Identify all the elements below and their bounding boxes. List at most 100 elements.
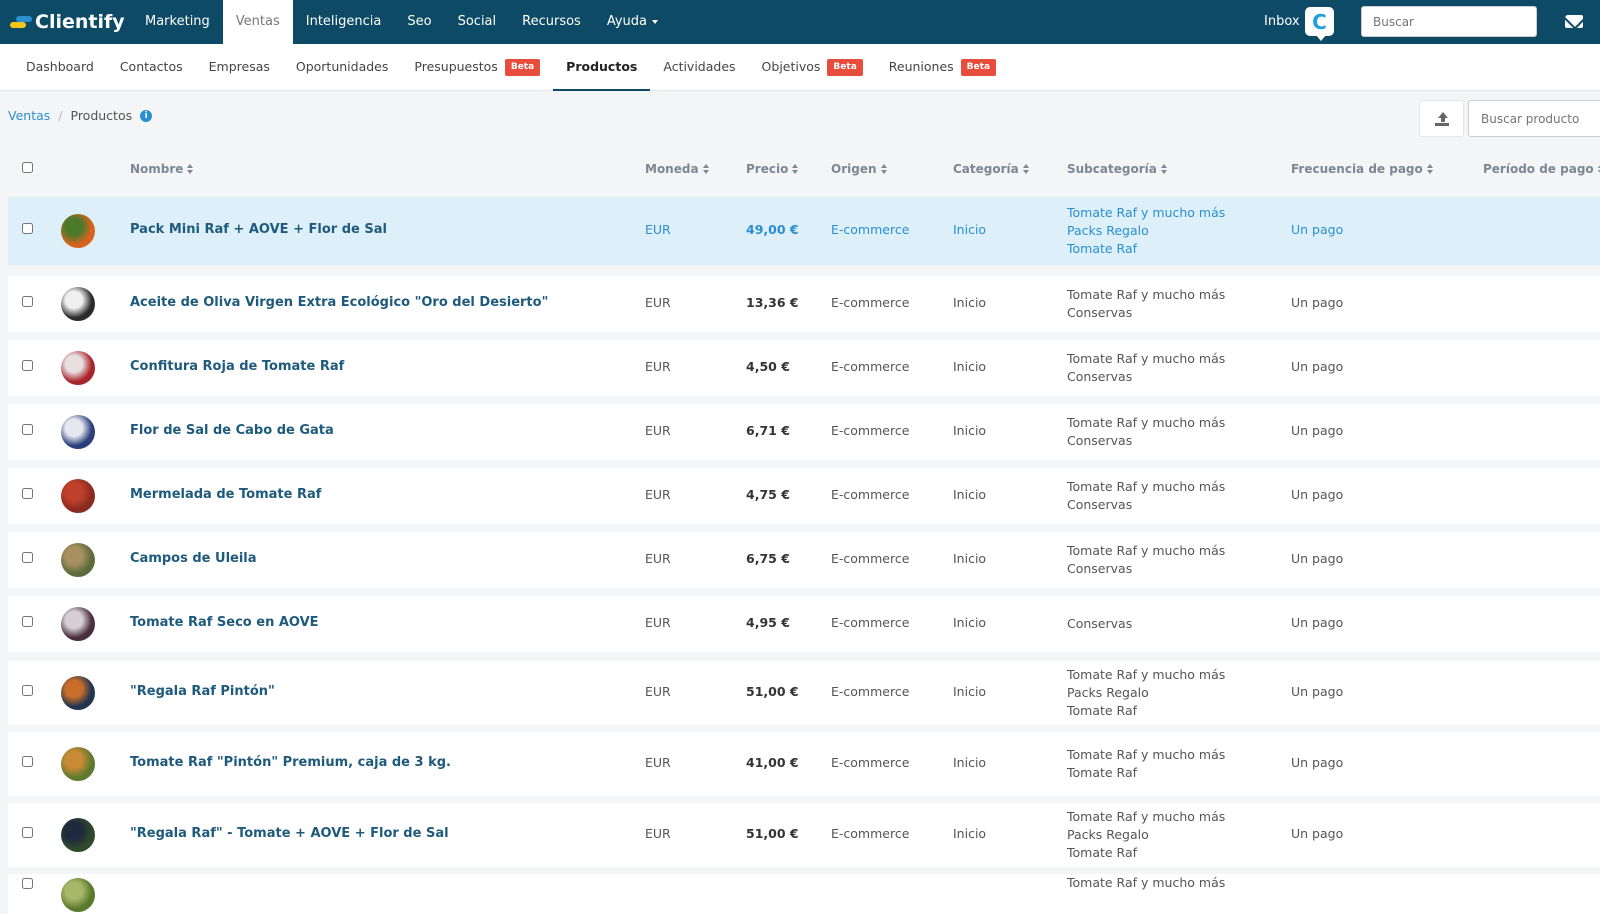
column-header-2[interactable]: Precio [746,162,799,176]
subnav-tab-presupuestos[interactable]: Presupuestos Beta [401,44,553,91]
product-thumbnail [61,543,95,577]
sort-icon [702,164,710,175]
subnav-tab-label: Empresas [208,59,270,74]
envelope-icon[interactable] [1565,15,1583,28]
info-icon[interactable]: i [140,109,153,122]
origin-cell: E-commerce [831,423,910,438]
product-name[interactable]: Tomate Raf Seco en AOVE [130,615,319,630]
inbox-c-icon[interactable]: C [1305,7,1334,41]
origin-cell: E-commerce [831,615,910,630]
subcategory-item: Tomate Raf y mucho más [1067,747,1226,762]
row-checkbox[interactable] [22,827,33,838]
column-header-6[interactable]: Frecuencia de pago [1291,162,1434,176]
column-header-3[interactable]: Origen [831,162,888,176]
row-checkbox[interactable] [22,488,33,499]
subcategory-item: Tomate Raf [1067,703,1138,718]
product-name[interactable]: Tomate Raf "Pintón" Premium, caja de 3 k… [130,755,451,770]
subnav-tab-oportunidades[interactable]: Oportunidades [283,44,402,91]
topnav-item-ventas[interactable]: Ventas [222,0,293,44]
subnav-tab-empresas[interactable]: Empresas [196,44,283,91]
table-row[interactable]: Aceite de Oliva Virgen Extra Ecológico "… [8,276,1600,332]
column-header-0[interactable]: Nombre [130,162,194,176]
table-row[interactable]: Campos de Uleila EUR 6,75 € E-commerce Inici… [8,532,1600,588]
product-name[interactable]: "Regala Raf" - Tomate + AOVE + Flor de S… [130,826,449,841]
price-cell: 49,00 € [746,222,799,237]
clientify-logo[interactable]: Clientify [0,0,132,44]
category-cell: Inicio [953,551,987,566]
price-cell: 51,00 € [746,826,799,841]
top-navigation-bar: Clientify Marketing Ventas Inteligencia Seo… [0,0,1600,44]
product-name[interactable]: Confitura Roja de Tomate Raf [130,359,344,374]
table-row[interactable]: Mermelada de Tomate Raf EUR 4,75 € E-commer… [8,468,1600,524]
topnav-item-inteligencia[interactable]: Inteligencia [293,0,395,44]
topnav-item-marketing[interactable]: Marketing [132,0,223,44]
subnav-tab-actividades[interactable]: Actividades [650,44,748,91]
subnav-tab-label: Dashboard [26,59,94,74]
table-row[interactable]: Pack Mini Raf + AOVE + Flor de Sal EUR 49,… [8,197,1600,265]
origin-cell: E-commerce [831,359,910,374]
column-header-7[interactable]: Período de pago [1483,162,1600,176]
currency-cell: EUR [645,684,671,699]
price-cell: 13,36 € [746,295,799,310]
table-row[interactable]: "Regala Raf" - Tomate + AOVE + Flor de S… [8,803,1600,867]
payment-frequency-cell: Un pago [1291,826,1344,841]
column-header-1[interactable]: Moneda [645,162,710,176]
product-search-input[interactable] [1468,100,1600,137]
breadcrumb: Ventas / Productos i [8,108,153,123]
subcategory-item: Tomate Raf [1067,845,1138,860]
payment-frequency-cell: Un pago [1291,423,1344,438]
row-checkbox[interactable] [22,878,33,889]
product-thumbnail [61,287,95,321]
product-name[interactable]: Flor de Sal de Cabo de Gata [130,423,334,438]
table-row[interactable]: Flor de Sal de Cabo de Gata EUR 6,71 € E-co… [8,404,1600,460]
topnav-item-social[interactable]: Social [445,0,510,44]
sort-icon [880,164,888,175]
export-button[interactable] [1419,100,1464,137]
product-thumbnail [61,747,95,781]
table-row[interactable]: Tomate Raf "Pintón" Premium, caja de 3 k… [8,732,1600,796]
topnav-item-seo[interactable]: Seo [394,0,444,44]
subnav-tab-productos[interactable]: Productos [553,44,651,91]
topnav-item-recursos[interactable]: Recursos [509,0,594,44]
global-search-input[interactable] [1361,6,1537,37]
table-row[interactable]: Tomate Raf y mucho más [8,874,1600,914]
table-row[interactable]: Confitura Roja de Tomate Raf EUR 4,50 € E-c… [8,340,1600,396]
row-checkbox[interactable] [22,223,33,234]
product-name[interactable]: Mermelada de Tomate Raf [130,487,321,502]
inbox-link[interactable]: Inbox [1264,0,1300,44]
subnav-tab-dashboard[interactable]: Dashboard [13,44,107,91]
column-header-5[interactable]: Subcategoría [1067,162,1168,176]
subcategory-item: Conservas [1067,305,1133,320]
category-cell: Inicio [953,359,987,374]
row-checkbox[interactable] [22,360,33,371]
row-checkbox[interactable] [22,552,33,563]
column-header-4[interactable]: Categoría [953,162,1030,176]
subnav-tab-reuniones[interactable]: Reuniones Beta [876,44,1009,91]
beta-badge: Beta [827,59,863,76]
breadcrumb-ventas[interactable]: Ventas [8,108,50,123]
currency-cell: EUR [645,487,671,502]
subnav-tab-contactos[interactable]: Contactos [107,44,196,91]
row-checkbox[interactable] [22,616,33,627]
column-header-label: Subcategoría [1067,162,1157,176]
subcategory-item: Tomate Raf [1067,765,1138,780]
subnav-tab-objetivos[interactable]: Objetivos Beta [749,44,876,91]
row-checkbox[interactable] [22,756,33,767]
table-row[interactable]: "Regala Raf Pintón" EUR 51,00 € E-commerce I… [8,661,1600,725]
sales-subnavigation: Dashboard Contactos Empresas Oportunidades P… [0,44,1600,91]
row-checkbox[interactable] [22,685,33,696]
table-row[interactable]: Tomate Raf Seco en AOVE EUR 4,95 € E-commer… [8,596,1600,652]
row-checkbox[interactable] [22,424,33,435]
product-name[interactable]: Campos de Uleila [130,551,257,566]
product-name[interactable]: Pack Mini Raf + AOVE + Flor de Sal [130,222,387,237]
product-name[interactable]: "Regala Raf Pintón" [130,684,275,699]
subcategory-cell: Tomate Raf y mucho más Conservas [1067,478,1225,514]
subcategory-item: Conservas [1067,497,1133,512]
select-all-checkbox[interactable] [22,162,33,173]
product-thumbnail [61,818,95,852]
topnav-item-ayuda[interactable]: Ayuda [594,0,671,44]
currency-cell: EUR [645,295,671,310]
category-cell: Inicio [953,755,987,770]
row-checkbox[interactable] [22,296,33,307]
product-name[interactable]: Aceite de Oliva Virgen Extra Ecológico "… [130,295,548,310]
